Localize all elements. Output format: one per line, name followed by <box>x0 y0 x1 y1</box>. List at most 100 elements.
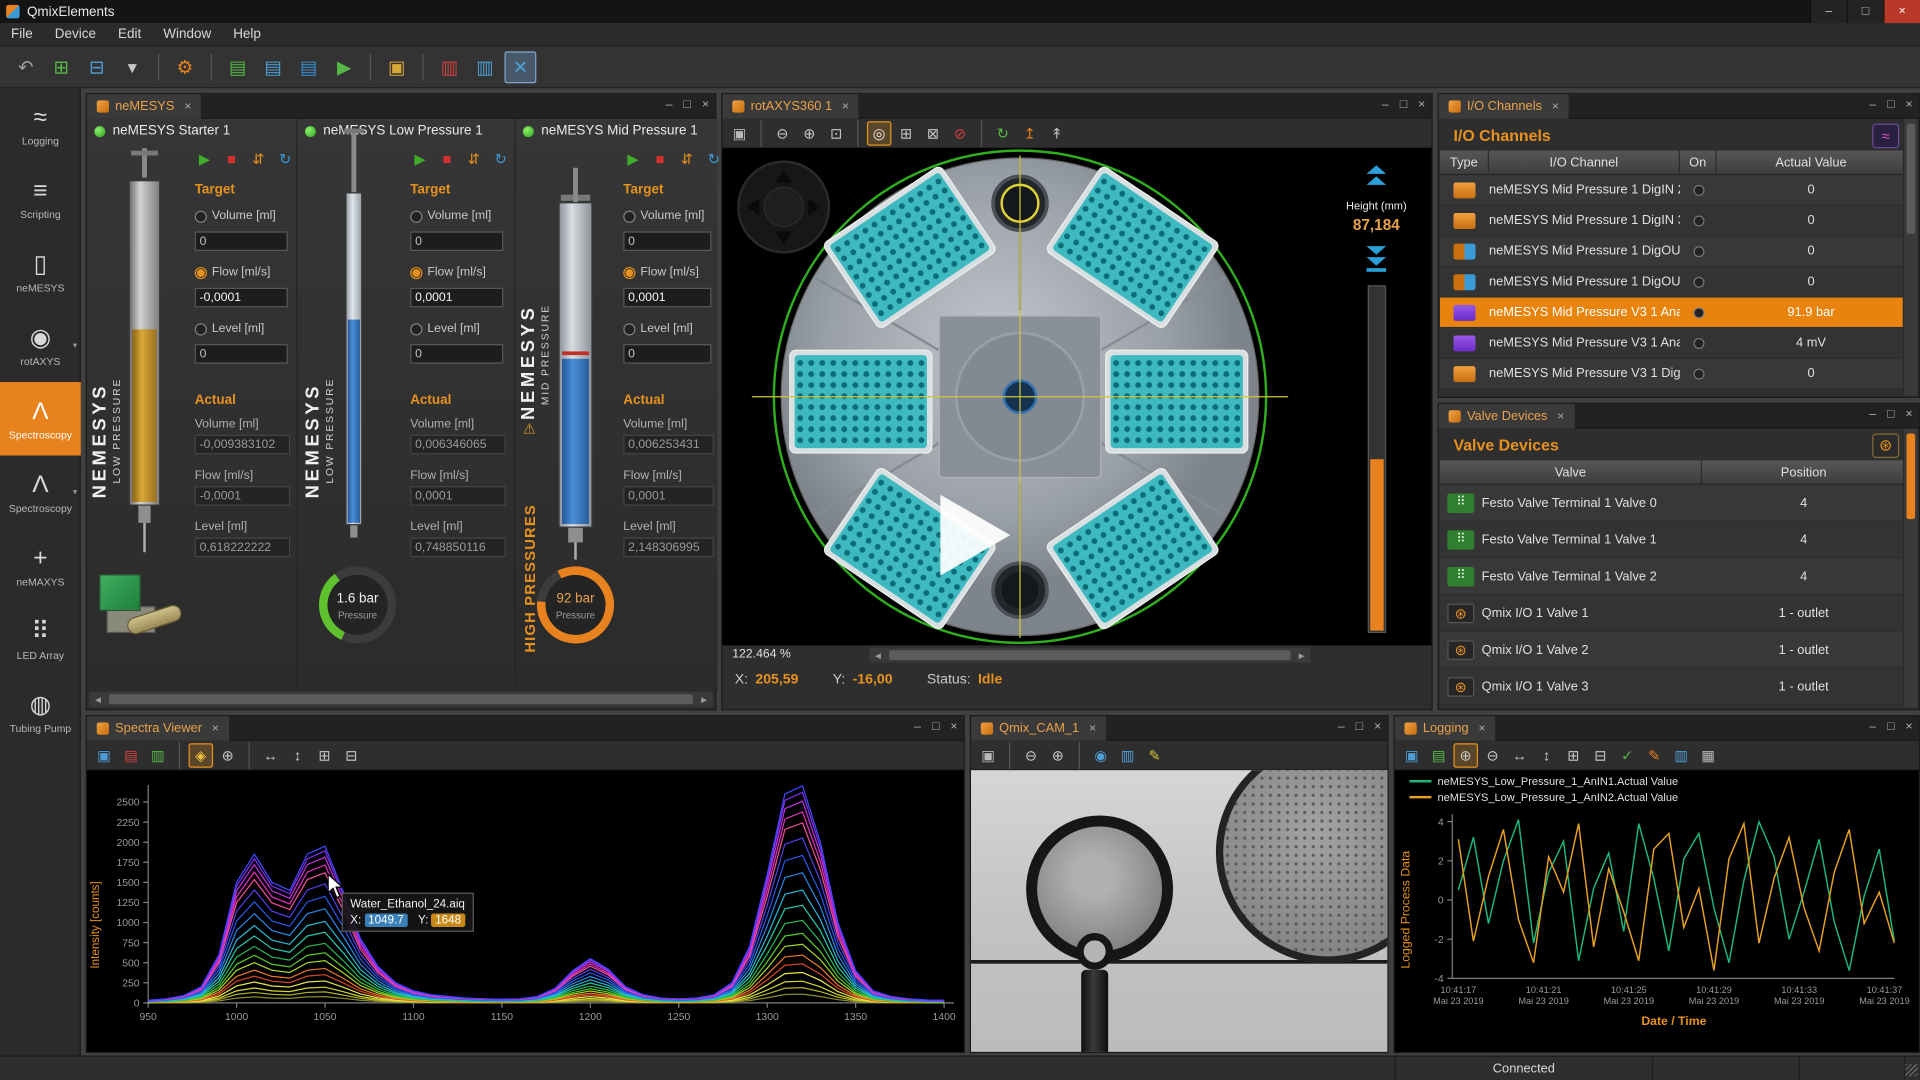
device-settings-icon[interactable]: ⚙ <box>169 51 201 83</box>
menu-window[interactable]: Window <box>152 24 222 44</box>
edit-icon[interactable]: ✎ <box>1642 743 1666 767</box>
grid-icon[interactable]: ⊞ <box>1561 743 1585 767</box>
lift-slider[interactable] <box>1368 285 1386 633</box>
tab-camera[interactable]: Qmix_CAM_1 × <box>971 716 1106 740</box>
script-run-icon[interactable]: ▶ <box>328 51 360 83</box>
fit-width-icon[interactable]: ↔ <box>258 743 282 767</box>
flow-radio[interactable] <box>195 266 207 278</box>
panel-float-icon[interactable]: □ <box>932 720 939 733</box>
snapshot-icon[interactable]: ◉ <box>1089 743 1113 767</box>
menu-file[interactable]: File <box>0 24 44 44</box>
scroll-left-icon[interactable]: ◄ <box>89 694 106 705</box>
io-on-toggle[interactable] <box>1693 215 1704 226</box>
io-vscrollbar[interactable] <box>1903 119 1918 396</box>
valve-vscrollbar[interactable] <box>1903 429 1918 708</box>
io-on-toggle[interactable] <box>1693 307 1704 318</box>
io-channel-row[interactable]: neMESYS Mid Pressure 1 DigIN 30 <box>1440 206 1905 237</box>
sidebar-item-led-array[interactable]: ⠿LED Array <box>0 602 81 675</box>
scroll-thumb[interactable] <box>1907 433 1916 519</box>
window-close-button[interactable]: × <box>1883 0 1920 23</box>
pump-restore-button[interactable]: ↻ <box>491 151 511 168</box>
io-on-toggle[interactable] <box>1693 276 1704 287</box>
target-volume-input[interactable] <box>410 231 503 251</box>
level-radio[interactable] <box>195 323 207 335</box>
valve-row[interactable]: ⠿Festo Valve Terminal 1 Valve 14 <box>1440 522 1905 559</box>
scroll-thumb[interactable] <box>1907 124 1916 234</box>
panel-minimize-icon[interactable]: – <box>1382 98 1389 111</box>
valve-row[interactable]: ⊛Qmix I/O 1 Valve 11 - outlet <box>1440 595 1905 632</box>
menu-device[interactable]: Device <box>44 24 107 44</box>
sidebar-item-spectroscopy-2[interactable]: ΛSpectroscopy▾ <box>0 456 81 529</box>
scroll-right-icon[interactable]: ► <box>696 694 713 705</box>
open-log-icon[interactable]: ▣ <box>1400 743 1424 767</box>
panel-close-icon[interactable]: × <box>702 98 709 111</box>
flow-radio[interactable] <box>623 266 635 278</box>
open-spectrum-icon[interactable]: ▣ <box>92 743 116 767</box>
panel-float-icon[interactable]: □ <box>1887 98 1894 111</box>
volume-radio[interactable] <box>195 210 207 222</box>
pump-refill-button[interactable]: ⇵ <box>464 151 484 168</box>
pump-refill-button[interactable]: ⇵ <box>677 151 697 168</box>
view-capture-icon[interactable]: ▣ <box>727 121 751 145</box>
valve-config-icon[interactable]: ⊛ <box>1872 433 1899 457</box>
sidebar-item-nemaxys[interactable]: +neMAXYS <box>0 529 81 602</box>
level-radio[interactable] <box>623 323 635 335</box>
record-icon[interactable]: ▥ <box>1116 743 1140 767</box>
zoom-out-icon[interactable]: ⊖ <box>770 121 794 145</box>
grid-icon[interactable]: ⊞ <box>312 743 336 767</box>
target-level-input[interactable] <box>195 344 288 364</box>
table-icon[interactable]: ⊟ <box>1588 743 1612 767</box>
pump-stop-button[interactable]: ■ <box>222 151 242 168</box>
io-channel-row[interactable]: neMESYS Mid Pressure V3 1 AnalogIN 24 mV <box>1440 328 1905 359</box>
stop-axis-icon[interactable]: ⊘ <box>948 121 972 145</box>
io-on-toggle[interactable] <box>1693 246 1704 257</box>
panel-close-icon[interactable]: × <box>1905 408 1912 421</box>
chart-settings-icon[interactable]: ▥ <box>146 743 170 767</box>
script-import-icon[interactable]: ▤ <box>257 51 289 83</box>
lift-up-icon[interactable] <box>1367 165 1387 187</box>
pump-stop-button[interactable]: ■ <box>437 151 457 168</box>
script-save-icon[interactable]: ▤ <box>293 51 325 83</box>
scroll-thumb[interactable] <box>109 694 693 704</box>
panel-float-icon[interactable]: □ <box>1356 720 1363 733</box>
annotation-icon[interactable]: ✎ <box>1142 743 1166 767</box>
pump-start-button[interactable]: ▶ <box>410 151 430 168</box>
tab-close-icon[interactable]: × <box>1089 722 1096 735</box>
valve-row[interactable]: ⊛Qmix I/O 1 Valve 21 - outlet <box>1440 632 1905 669</box>
zoom-in-icon[interactable]: ⊕ <box>1453 743 1477 767</box>
io-on-toggle[interactable] <box>1693 184 1704 195</box>
io-on-toggle[interactable] <box>1693 368 1704 379</box>
target-flow-input[interactable] <box>410 288 503 308</box>
lift-down-icon[interactable] <box>1367 244 1387 272</box>
panel-minimize-icon[interactable]: – <box>666 98 673 111</box>
io-channel-row[interactable]: neMESYS Mid Pressure V3 1 DigIN 10 <box>1440 359 1905 390</box>
nemesys-hscrollbar[interactable]: ◄ ► <box>89 692 712 707</box>
zoom-in-icon[interactable]: ⊕ <box>797 121 821 145</box>
scroll-thumb[interactable] <box>889 650 1291 660</box>
jog-fine-icon[interactable]: ⊠ <box>921 121 945 145</box>
panel-minimize-icon[interactable]: – <box>1338 720 1345 733</box>
pump-stop-button[interactable]: ■ <box>650 151 670 168</box>
axis-positioning-icon[interactable]: ✕ <box>504 51 536 83</box>
lift-top-icon[interactable]: ↥ <box>1018 121 1042 145</box>
jog-pad[interactable] <box>738 162 829 253</box>
scroll-left-icon[interactable]: ◄ <box>869 650 886 661</box>
pan-mode-icon[interactable]: ◈ <box>189 743 213 767</box>
valve-row[interactable]: ⊛Qmix I/O 1 Valve 31 - outlet <box>1440 669 1905 706</box>
move-to-target-icon[interactable]: ◎ <box>867 121 891 145</box>
io-channel-row[interactable]: neMESYS Mid Pressure V3 1 AnalogIN 191.9… <box>1440 298 1905 329</box>
panel-float-icon[interactable]: □ <box>683 98 690 111</box>
menu-help[interactable]: Help <box>222 24 272 44</box>
pump-refill-button[interactable]: ⇵ <box>249 151 269 168</box>
tab-logging[interactable]: Logging × <box>1395 716 1496 740</box>
new-project-icon[interactable]: ⊞ <box>45 51 77 83</box>
target-level-input[interactable] <box>410 344 503 364</box>
target-flow-input[interactable] <box>195 288 288 308</box>
target-flow-input[interactable] <box>623 288 711 308</box>
range-y-icon[interactable]: ↕ <box>1534 743 1558 767</box>
zoom-reset-icon[interactable]: ⊡ <box>824 121 848 145</box>
tab-close-icon[interactable]: × <box>1478 722 1485 735</box>
sidebar-item-scripting[interactable]: ≡Scripting <box>0 162 81 235</box>
export-log-icon[interactable]: ▤ <box>1427 743 1451 767</box>
monitor-icon[interactable]: ▦ <box>1696 743 1720 767</box>
